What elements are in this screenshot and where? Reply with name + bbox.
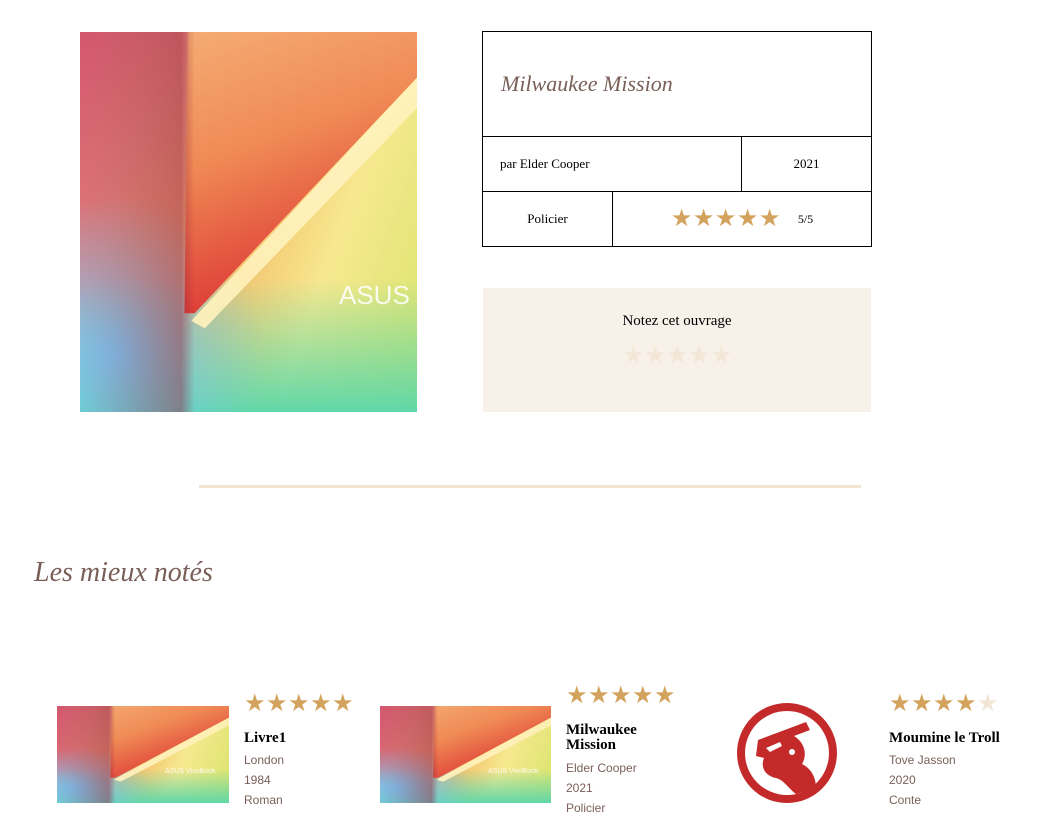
star-icon: ★ bbox=[933, 691, 955, 717]
star-icon: ★ bbox=[632, 683, 654, 709]
card-author: London bbox=[244, 753, 285, 767]
cover-brand-text: ASUS V bbox=[339, 280, 417, 310]
book-rating-stars: ★ ★ ★ ★ ★ bbox=[670, 205, 781, 232]
book-cover: ASUS V bbox=[80, 32, 417, 412]
card-year: 1984 bbox=[244, 773, 271, 787]
star-icon[interactable]: ★ bbox=[623, 344, 645, 368]
card-genre: Conte bbox=[889, 793, 922, 807]
star-icon: ★ bbox=[588, 683, 610, 709]
section-divider bbox=[199, 485, 861, 488]
card-author: Elder Cooper bbox=[566, 761, 637, 775]
star-icon: ★ bbox=[566, 683, 588, 709]
star-icon: ★ bbox=[692, 205, 715, 232]
star-icon[interactable]: ★ bbox=[645, 344, 667, 368]
card-cover: ASUS VivoBook bbox=[57, 706, 229, 803]
book-info-table: Milwaukee Mission par Elder Cooper 2021 … bbox=[482, 31, 872, 247]
top-rated-heading: Les mieux notés bbox=[34, 557, 213, 588]
book-author: par Elder Cooper bbox=[500, 156, 590, 171]
card-genre: Policier bbox=[566, 801, 606, 815]
star-icon: ★ bbox=[889, 691, 911, 717]
star-icon: ★ bbox=[714, 205, 737, 232]
card-cover-logo bbox=[736, 702, 838, 804]
star-icon: ★ bbox=[310, 691, 332, 717]
card-rating-stars: ★ ★ ★ ★ ★ bbox=[566, 683, 676, 709]
rate-book-panel: Notez cet ouvrage ★ ★ ★ ★ ★ bbox=[483, 288, 871, 412]
star-icon: ★ bbox=[332, 691, 354, 717]
card-title[interactable]: Moumine le Troll bbox=[889, 731, 1000, 746]
star-icon: ★ bbox=[244, 691, 266, 717]
rate-book-label: Notez cet ouvrage bbox=[622, 313, 732, 329]
card-year: 2020 bbox=[889, 773, 916, 787]
card-cover-brand: ASUS VivoBook bbox=[488, 768, 539, 775]
star-icon: ★ bbox=[670, 205, 693, 232]
star-icon[interactable]: ★ bbox=[689, 344, 711, 368]
rate-stars-input[interactable]: ★ ★ ★ ★ ★ bbox=[623, 344, 733, 368]
card-title[interactable]: Livre1 bbox=[244, 731, 286, 746]
star-icon[interactable]: ★ bbox=[667, 344, 689, 368]
book-title: Milwaukee Mission bbox=[501, 71, 673, 96]
star-icon[interactable]: ★ bbox=[711, 344, 733, 368]
card-year: 2021 bbox=[566, 781, 593, 795]
card-rating-stars: ★ ★ ★ ★ ★ bbox=[889, 691, 999, 717]
book-rating-text: 5/5 bbox=[797, 211, 814, 226]
book-genre: Policier bbox=[527, 211, 568, 226]
card-cover-brand: ASUS VivoBook bbox=[165, 768, 216, 775]
star-icon: ★ bbox=[736, 205, 759, 232]
star-icon: ★ bbox=[610, 683, 632, 709]
star-icon: ★ bbox=[758, 205, 781, 232]
card-cover: ASUS VivoBook bbox=[380, 706, 551, 803]
star-icon: ★ bbox=[266, 691, 288, 717]
star-icon: ★ bbox=[288, 691, 310, 717]
star-icon: ★ bbox=[977, 691, 999, 717]
star-icon: ★ bbox=[955, 691, 977, 717]
card-author: Tove Jasson bbox=[889, 753, 956, 767]
star-icon: ★ bbox=[911, 691, 933, 717]
card-title[interactable]: Milwaukee Mission bbox=[566, 723, 656, 753]
card-rating-stars: ★ ★ ★ ★ ★ bbox=[244, 691, 354, 717]
book-year: 2021 bbox=[793, 156, 820, 171]
card-genre: Roman bbox=[244, 793, 283, 807]
star-icon: ★ bbox=[654, 683, 676, 709]
